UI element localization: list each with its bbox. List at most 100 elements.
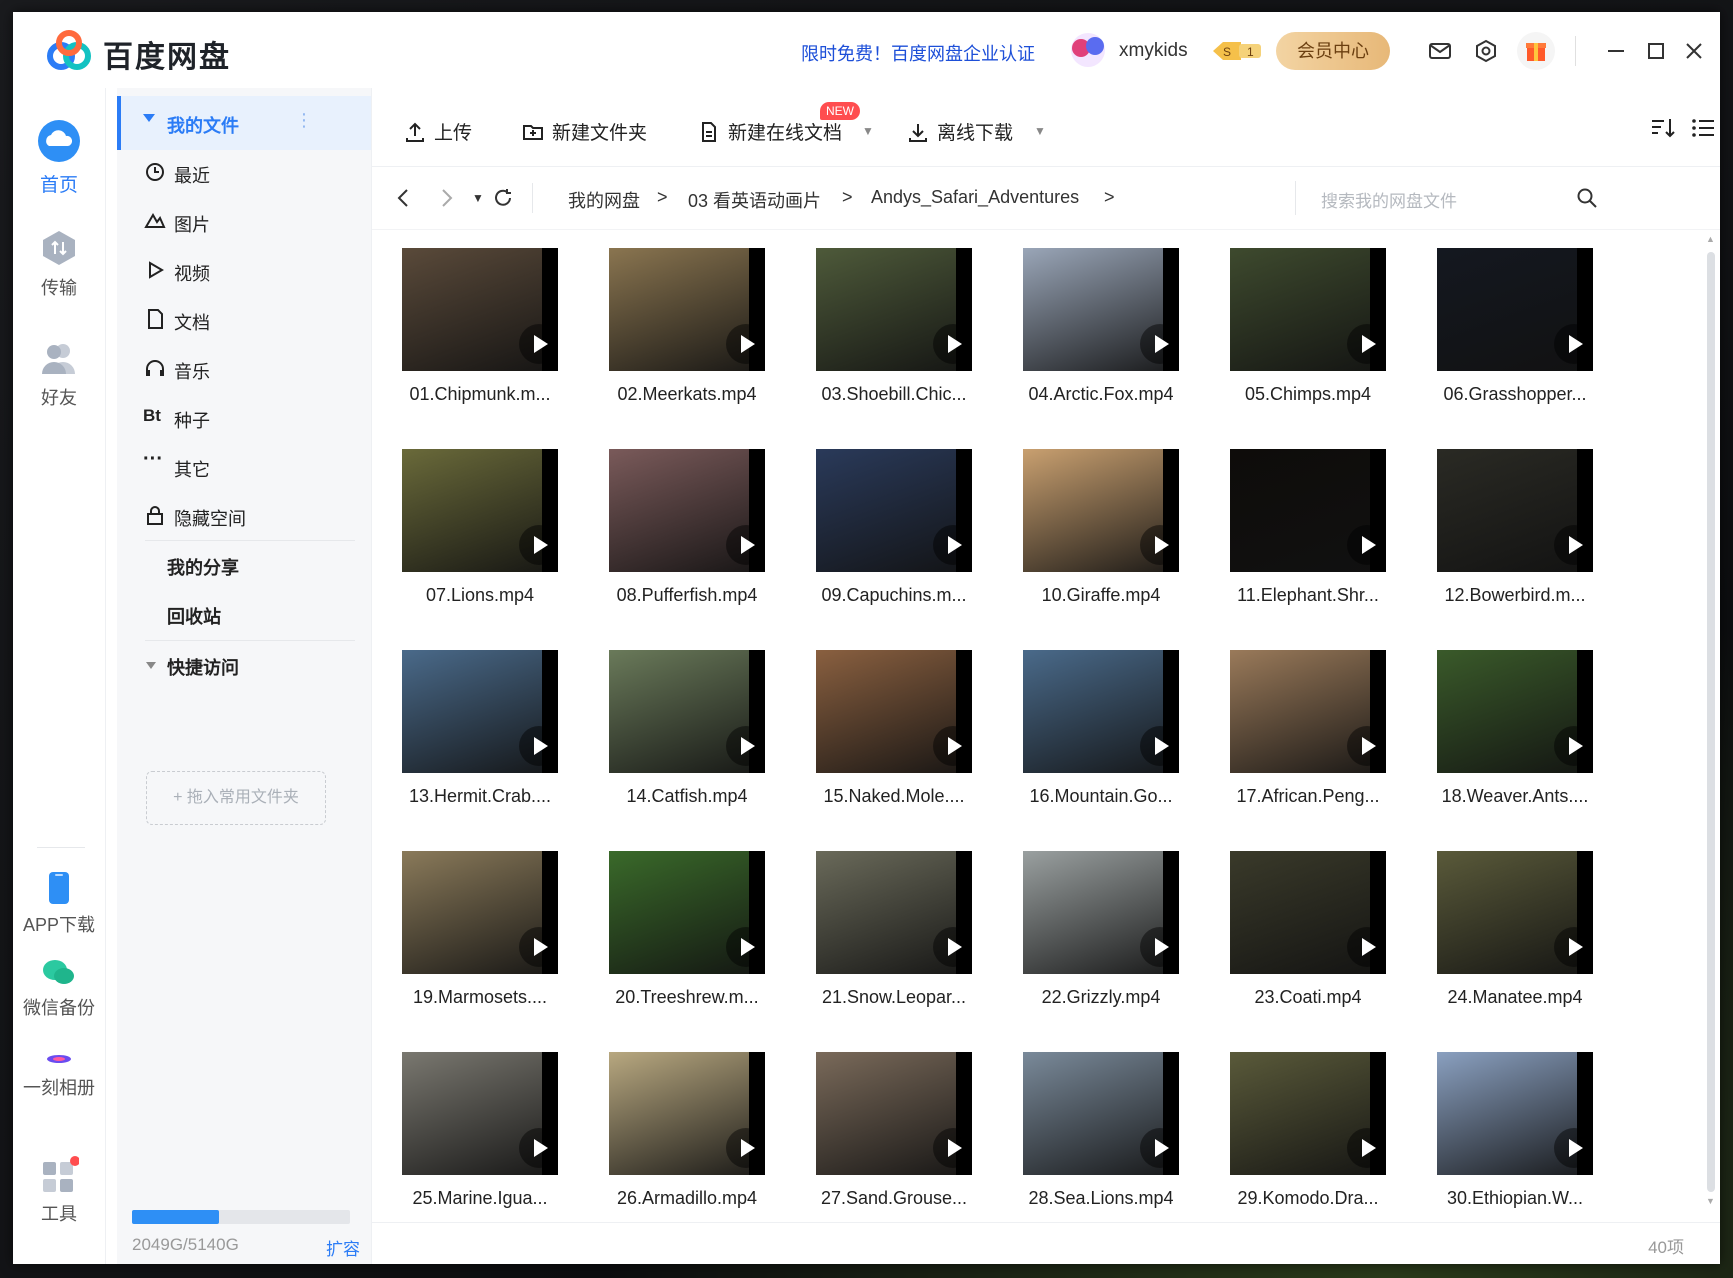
sidebar-item-videos[interactable]: 视频	[174, 260, 210, 286]
play-icon[interactable]	[1554, 927, 1593, 967]
file-name[interactable]: 02.Meerkats.mp4	[589, 384, 785, 405]
video-thumbnail[interactable]	[1023, 449, 1179, 572]
play-icon[interactable]	[519, 324, 558, 364]
video-thumbnail[interactable]	[1437, 1052, 1593, 1175]
sidebar-item-music[interactable]: 音乐	[174, 358, 210, 384]
video-thumbnail[interactable]	[402, 1052, 558, 1175]
file-name[interactable]: 12.Bowerbird.m...	[1417, 585, 1613, 606]
file-tile[interactable]: 06.Grasshopper...	[1417, 248, 1607, 438]
forward-icon[interactable]	[436, 187, 456, 209]
file-name[interactable]: 14.Catfish.mp4	[589, 786, 785, 807]
file-name[interactable]: 16.Mountain.Go...	[1003, 786, 1199, 807]
svip-badge-icon[interactable]: S 1	[1211, 40, 1263, 62]
play-icon[interactable]	[1347, 525, 1386, 565]
video-thumbnail[interactable]	[816, 248, 972, 371]
quick-access-drop-zone[interactable]: + 拖入常用文件夹	[146, 771, 326, 825]
file-tile[interactable]: 28.Sea.Lions.mp4	[1003, 1052, 1193, 1220]
video-thumbnail[interactable]	[1437, 449, 1593, 572]
video-thumbnail[interactable]	[402, 449, 558, 572]
chevron-down-icon[interactable]: ▼	[862, 124, 874, 138]
file-name[interactable]: 11.Elephant.Shr...	[1210, 585, 1406, 606]
file-tile[interactable]: 03.Shoebill.Chic...	[796, 248, 986, 438]
nav-transfer[interactable]: 传输	[13, 228, 105, 300]
video-thumbnail[interactable]	[816, 650, 972, 773]
mail-icon[interactable]	[1427, 38, 1453, 64]
play-icon[interactable]	[1347, 927, 1386, 967]
nav-home[interactable]: 首页	[13, 118, 105, 197]
upload-button[interactable]: 上传	[404, 118, 472, 145]
video-thumbnail[interactable]	[1230, 851, 1386, 974]
play-icon[interactable]	[1140, 324, 1179, 364]
play-icon[interactable]	[519, 726, 558, 766]
play-icon[interactable]	[726, 324, 765, 364]
sidebar-item-hidden-space[interactable]: 隐藏空间	[174, 505, 246, 531]
file-name[interactable]: 03.Shoebill.Chic...	[796, 384, 992, 405]
sidebar-item-documents[interactable]: 文档	[174, 309, 210, 335]
file-name[interactable]: 15.Naked.Mole....	[796, 786, 992, 807]
play-icon[interactable]	[726, 927, 765, 967]
file-tile[interactable]: 11.Elephant.Shr...	[1210, 449, 1400, 639]
file-name[interactable]: 29.Komodo.Dra...	[1210, 1188, 1406, 1209]
video-thumbnail[interactable]	[402, 650, 558, 773]
more-vertical-icon[interactable]: ⋮	[295, 110, 313, 131]
play-icon[interactable]	[1554, 1128, 1593, 1168]
video-thumbnail[interactable]	[1023, 1052, 1179, 1175]
video-thumbnail[interactable]	[1230, 1052, 1386, 1175]
file-tile[interactable]: 16.Mountain.Go...	[1003, 650, 1193, 840]
file-tile[interactable]: 12.Bowerbird.m...	[1417, 449, 1607, 639]
file-name[interactable]: 20.Treeshrew.m...	[589, 987, 785, 1008]
gift-button[interactable]	[1517, 32, 1555, 70]
file-tile[interactable]: 17.African.Peng...	[1210, 650, 1400, 840]
maximize-icon[interactable]	[1643, 38, 1669, 64]
file-tile[interactable]: 27.Sand.Grouse...	[796, 1052, 986, 1220]
play-icon[interactable]	[726, 1128, 765, 1168]
nav-friends[interactable]: 好友	[13, 338, 105, 410]
file-tile[interactable]: 07.Lions.mp4	[382, 449, 572, 639]
file-name[interactable]: 25.Marine.Igua...	[382, 1188, 578, 1209]
file-tile[interactable]: 18.Weaver.Ants....	[1417, 650, 1607, 840]
play-icon[interactable]	[1347, 1128, 1386, 1168]
file-name[interactable]: 19.Marmosets....	[382, 987, 578, 1008]
file-name[interactable]: 17.African.Peng...	[1210, 786, 1406, 807]
play-icon[interactable]	[1554, 525, 1593, 565]
scroll-up-icon[interactable]: ▲	[1706, 234, 1715, 244]
vip-center-button[interactable]: 会员中心	[1276, 32, 1390, 70]
file-name[interactable]: 26.Armadillo.mp4	[589, 1188, 785, 1209]
back-icon[interactable]	[394, 187, 414, 209]
sort-icon[interactable]	[1650, 116, 1676, 140]
nav-app-download[interactable]: APP下载	[13, 871, 105, 937]
video-thumbnail[interactable]	[402, 248, 558, 371]
play-icon[interactable]	[1554, 726, 1593, 766]
sidebar-item-torrents[interactable]: 种子	[174, 407, 210, 433]
play-icon[interactable]	[933, 1128, 972, 1168]
file-tile[interactable]: 24.Manatee.mp4	[1417, 851, 1607, 1041]
video-thumbnail[interactable]	[1023, 851, 1179, 974]
video-thumbnail[interactable]	[609, 650, 765, 773]
video-thumbnail[interactable]	[1023, 650, 1179, 773]
expand-storage-link[interactable]: 扩容	[326, 1235, 360, 1260]
play-icon[interactable]	[519, 1128, 558, 1168]
file-name[interactable]: 09.Capuchins.m...	[796, 585, 992, 606]
file-name[interactable]: 18.Weaver.Ants....	[1417, 786, 1613, 807]
file-tile[interactable]: 26.Armadillo.mp4	[589, 1052, 779, 1220]
play-icon[interactable]	[1140, 1128, 1179, 1168]
scroll-thumb[interactable]	[1707, 252, 1715, 1192]
new-folder-button[interactable]: 新建文件夹	[522, 118, 647, 145]
play-icon[interactable]	[933, 525, 972, 565]
breadcrumb-level1[interactable]: 03 看英语动画片	[688, 187, 821, 213]
file-tile[interactable]: 05.Chimps.mp4	[1210, 248, 1400, 438]
video-thumbnail[interactable]	[816, 449, 972, 572]
file-tile[interactable]: 13.Hermit.Crab....	[382, 650, 572, 840]
chevron-down-icon[interactable]: ▼	[472, 191, 484, 205]
play-icon[interactable]	[933, 927, 972, 967]
file-name[interactable]: 24.Manatee.mp4	[1417, 987, 1613, 1008]
file-tile[interactable]: 19.Marmosets....	[382, 851, 572, 1041]
sidebar-item-recent[interactable]: 最近	[174, 162, 210, 188]
play-icon[interactable]	[1347, 324, 1386, 364]
file-tile[interactable]: 29.Komodo.Dra...	[1210, 1052, 1400, 1220]
play-icon[interactable]	[1347, 726, 1386, 766]
sidebar-item-other[interactable]: 其它	[174, 456, 210, 482]
file-tile[interactable]: 01.Chipmunk.m...	[382, 248, 572, 438]
file-tile[interactable]: 08.Pufferfish.mp4	[589, 449, 779, 639]
play-icon[interactable]	[1140, 927, 1179, 967]
